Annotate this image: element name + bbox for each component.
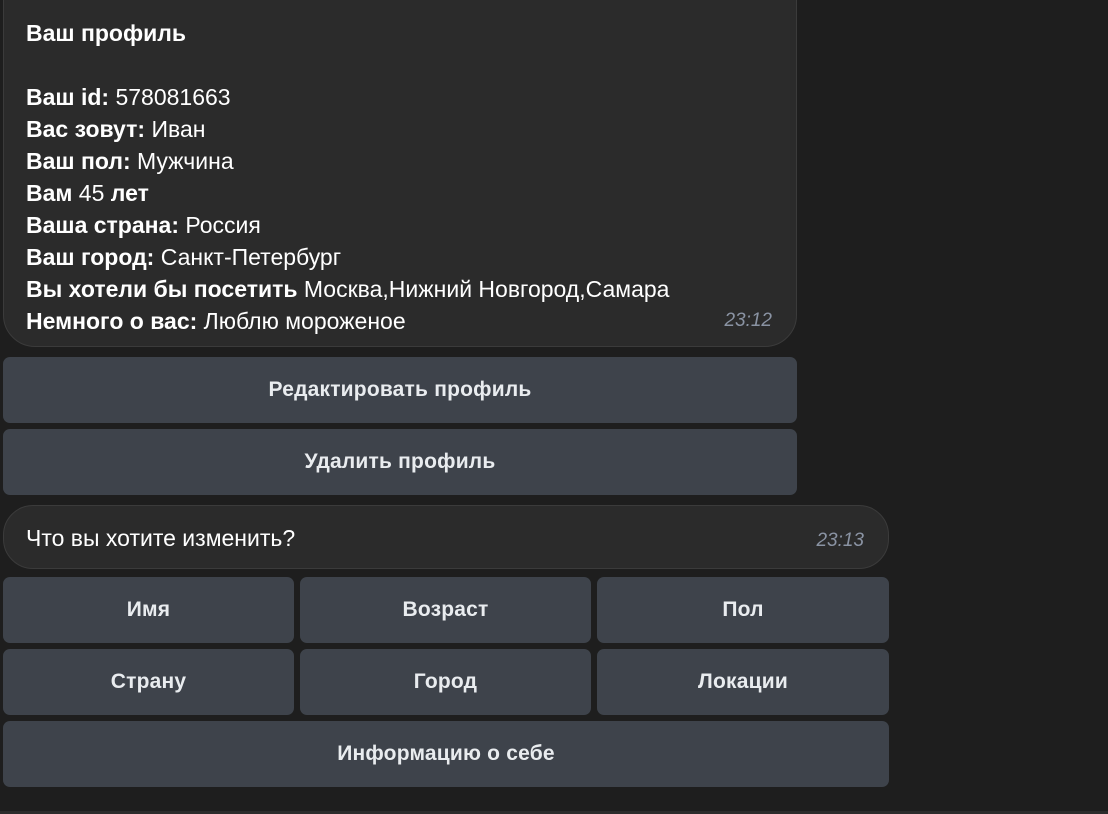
edit-name-button[interactable]: Имя (3, 577, 294, 643)
profile-line-wish-visit: Вы хотели бы посетить Москва,Нижний Новг… (26, 273, 774, 305)
edit-country-button[interactable]: Страну (3, 649, 294, 715)
edit-gender-button[interactable]: Пол (597, 577, 889, 643)
profile-label-name: Вас зовут: (26, 116, 146, 142)
profile-value-name: Иван (145, 116, 206, 142)
delete-profile-button[interactable]: Удалить профиль (3, 429, 797, 495)
profile-title: Ваш профиль (26, 20, 186, 46)
profile-line-id: Ваш id: 578081663 (26, 81, 774, 113)
profile-label-city: Ваш город: (26, 244, 155, 270)
profile-value-age: 45 (72, 180, 111, 206)
profile-value-about: Люблю мороженое (197, 308, 406, 334)
question-message-bubble: Что вы хотите изменить? 23:13 (3, 505, 889, 569)
profile-label-id: Ваш id: (26, 84, 110, 110)
profile-label-age: Вам (26, 180, 73, 206)
profile-line-age: Вам 45 лет (26, 177, 774, 209)
message-timestamp: 23:13 (816, 530, 864, 551)
edit-city-button[interactable]: Город (300, 649, 591, 715)
profile-label-wish-visit: Вы хотели бы посетить (26, 276, 298, 302)
profile-label-gender: Ваш пол: (26, 148, 131, 174)
question-text: Что вы хотите изменить? (26, 525, 296, 551)
profile-age-suffix: лет (110, 180, 149, 206)
edit-about-button[interactable]: Информацию о себе (3, 721, 889, 787)
profile-line-gender: Ваш пол: Мужчина (26, 145, 774, 177)
profile-value-country: Россия (179, 212, 261, 238)
profile-value-city: Санкт-Петербург (154, 244, 342, 270)
edit-locations-button[interactable]: Локации (597, 649, 889, 715)
profile-value-gender: Мужчина (130, 148, 234, 174)
profile-message-bubble: Ваш профиль Ваш id: 578081663 Вас зовут:… (3, 0, 797, 347)
profile-line-country: Ваша страна: Россия (26, 209, 774, 241)
edit-profile-button[interactable]: Редактировать профиль (3, 357, 797, 423)
profile-value-wish-visit: Москва,Нижний Новгород,Самара (297, 276, 670, 302)
profile-line-city: Ваш город: Санкт-Петербург (26, 241, 774, 273)
edit-age-button[interactable]: Возраст (300, 577, 591, 643)
profile-line-name: Вас зовут: Иван (26, 113, 774, 145)
profile-value-id: 578081663 (109, 84, 231, 110)
message-timestamp: 23:12 (724, 310, 772, 331)
profile-label-country: Ваша страна: (26, 212, 179, 238)
profile-label-about: Немного о вас: (26, 308, 198, 334)
profile-line-about: Немного о вас: Люблю мороженое (26, 305, 774, 337)
